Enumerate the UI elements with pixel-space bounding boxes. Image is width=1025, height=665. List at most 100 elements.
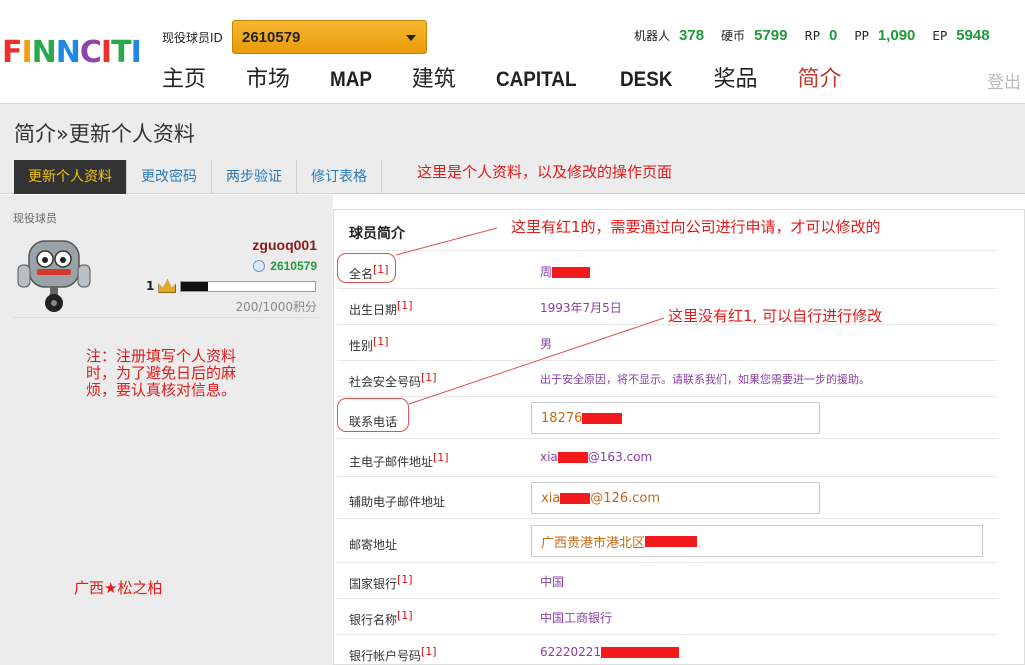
nav-home[interactable]: 主页 bbox=[162, 64, 206, 96]
field-value-text: xia bbox=[540, 450, 558, 464]
redaction-mark bbox=[557, 452, 588, 463]
secondary-email-suffix: @126.com bbox=[590, 490, 660, 506]
form-row-full-name: 全名[1] 周 bbox=[337, 250, 997, 288]
form-row-bank-account: 银行帐户号码[1] 62220221 bbox=[337, 634, 997, 665]
annotation-no-red1: 这里没有红1, 可以自行进行修改 bbox=[668, 307, 883, 325]
field-label-text: 国家银行 bbox=[349, 577, 398, 591]
required-mark: [1] bbox=[397, 609, 413, 622]
player-id-select[interactable]: 2610579 bbox=[232, 20, 427, 54]
finnciti-logo[interactable]: FINNCITI bbox=[2, 32, 142, 72]
field-label: 出生日期[1] bbox=[349, 299, 413, 318]
stat-ep: EP 5948 bbox=[932, 27, 989, 44]
field-label-text: 银行名称 bbox=[349, 613, 398, 627]
tab-revise-form[interactable]: 修订表格 bbox=[297, 160, 382, 194]
stat-label: PP bbox=[854, 29, 869, 43]
section-title: 球员简介 bbox=[349, 226, 405, 242]
profile-tabs: 更新个人资料 更改密码 两步验证 修订表格 bbox=[14, 160, 382, 194]
crown-icon bbox=[158, 279, 177, 293]
field-label-text: 社会安全号码 bbox=[349, 375, 422, 389]
nav-prizes[interactable]: 奖品 bbox=[714, 64, 758, 96]
field-label: 社会安全号码[1] bbox=[349, 371, 437, 390]
stat-label: EP bbox=[932, 29, 948, 43]
page-title: 简介»更新个人资料 bbox=[14, 122, 195, 146]
required-mark: [1] bbox=[397, 573, 413, 586]
player-points: 200/1000积分 bbox=[235, 300, 318, 314]
player-id-value: 2610579 bbox=[270, 259, 317, 273]
stat-value: 5948 bbox=[956, 27, 990, 44]
field-value-suffix: @163.com bbox=[587, 450, 653, 464]
field-label: 银行名称[1] bbox=[349, 609, 413, 628]
field-value: 62220221 bbox=[540, 645, 680, 659]
robot-avatar-icon bbox=[17, 240, 91, 312]
redaction-mark bbox=[645, 535, 698, 547]
chevron-down-icon bbox=[406, 35, 416, 41]
form-row-secondary-email: 辅助电子邮件地址 xia @126.com bbox=[337, 476, 997, 518]
nav-profile[interactable]: 简介 bbox=[798, 64, 842, 96]
annotation-note: 注：注册填写个人资料时，为了避免日后的麻烦，要认真核对信息。 bbox=[86, 347, 237, 399]
field-label: 性别[1] bbox=[349, 335, 389, 354]
field-value: 男 bbox=[540, 337, 553, 351]
nav-market[interactable]: 市场 bbox=[246, 64, 290, 96]
level-number: 1 bbox=[146, 279, 155, 293]
page-title-bar: 简介»更新个人资料 更新个人资料 更改密码 两步验证 修订表格 这里是个人资料，… bbox=[0, 104, 1025, 194]
field-value: 中国 bbox=[540, 575, 565, 589]
top-header: FINNCITI 现役球员ID 2610579 机器人 378 硬币 5799 … bbox=[0, 0, 1025, 104]
form-row-ssn: 社会安全号码[1] 出于安全原因，将不显示。请联系我们，如果您需要进一步的援助。 bbox=[337, 360, 997, 396]
secondary-email-value: xia bbox=[541, 490, 561, 506]
field-value-text: 周 bbox=[540, 265, 553, 279]
required-mark: [1] bbox=[397, 299, 413, 312]
player-id-label: 现役球员ID bbox=[162, 31, 223, 45]
stat-value: 1,090 bbox=[877, 27, 916, 44]
redaction-mark bbox=[601, 647, 680, 658]
field-label-text: 邮寄地址 bbox=[349, 538, 398, 552]
annotation-top: 这里是个人资料，以及修改的操作页面 bbox=[417, 163, 673, 181]
nav-desk[interactable]: DESK bbox=[620, 64, 673, 96]
stat-value: 5799 bbox=[754, 27, 788, 44]
stat-coins: 硬币 5799 bbox=[721, 27, 787, 44]
redaction-mark bbox=[552, 267, 591, 278]
field-value: 周 bbox=[540, 263, 591, 280]
tab-change-password[interactable]: 更改密码 bbox=[127, 160, 212, 194]
field-value-text: 62220221 bbox=[540, 645, 602, 659]
nav-map[interactable]: MAP bbox=[330, 64, 372, 96]
required-mark: [1] bbox=[421, 371, 437, 384]
phone-input-value: 18276 bbox=[541, 410, 583, 426]
stat-label: RP bbox=[804, 29, 821, 43]
field-label: 邮寄地址 bbox=[349, 534, 397, 553]
stat-label: 硬币 bbox=[721, 29, 746, 43]
player-id-select-value: 2610579 bbox=[242, 28, 301, 46]
level-progress-fill bbox=[181, 281, 209, 291]
field-value: 1993年7月5日 bbox=[540, 301, 622, 315]
required-mark: [1] bbox=[433, 451, 449, 464]
nav-capital[interactable]: CAPITAL bbox=[496, 64, 576, 96]
player-username[interactable]: zguoq001 bbox=[252, 237, 317, 253]
phone-input[interactable]: 18276 bbox=[531, 402, 820, 434]
tab-two-step-verification[interactable]: 两步验证 bbox=[212, 160, 297, 194]
stat-pp: PP 1,090 bbox=[854, 27, 915, 44]
field-value: 出于安全原因，将不显示。请联系我们，如果您需要进一步的援助。 bbox=[540, 373, 870, 386]
secondary-email-input[interactable]: xia @126.com bbox=[531, 482, 820, 514]
stat-rp: RP 0 bbox=[804, 27, 837, 44]
stat-label: 机器人 bbox=[634, 29, 671, 43]
form-row-bank-name: 银行名称[1] 中国工商银行 bbox=[337, 598, 997, 634]
mailing-address-input[interactable]: 广西贵港市港北区 bbox=[531, 525, 983, 557]
form-row-primary-email: 主电子邮件地址[1] xia @163.com bbox=[337, 438, 997, 476]
stat-robots: 机器人 378 bbox=[634, 27, 704, 44]
field-value: 中国工商银行 bbox=[540, 611, 613, 625]
clock-icon bbox=[253, 260, 266, 272]
required-mark: [1] bbox=[373, 335, 389, 348]
field-label: 辅助电子邮件地址 bbox=[349, 491, 445, 510]
player-level: 1 bbox=[146, 279, 317, 293]
required-mark: [1] bbox=[421, 645, 437, 658]
form-row-gender: 性别[1] 男 bbox=[337, 324, 997, 360]
field-label-text: 性别 bbox=[349, 339, 374, 353]
field-label: 国家银行[1] bbox=[349, 573, 413, 592]
stats-bar: 机器人 378 硬币 5799 RP 0 PP 1,090 EP 5948 bbox=[634, 27, 990, 44]
logout-link[interactable]: 登出 bbox=[987, 68, 1021, 93]
redaction-mark bbox=[582, 412, 623, 424]
main-nav: 主页 市场 MAP 建筑 CAPITAL DESK 奖品 简介 bbox=[162, 64, 882, 96]
player-id: 2610579 bbox=[253, 259, 317, 273]
tab-update-profile[interactable]: 更新个人资料 bbox=[14, 160, 127, 194]
stat-value: 0 bbox=[829, 27, 838, 44]
nav-buildings[interactable]: 建筑 bbox=[412, 64, 456, 96]
